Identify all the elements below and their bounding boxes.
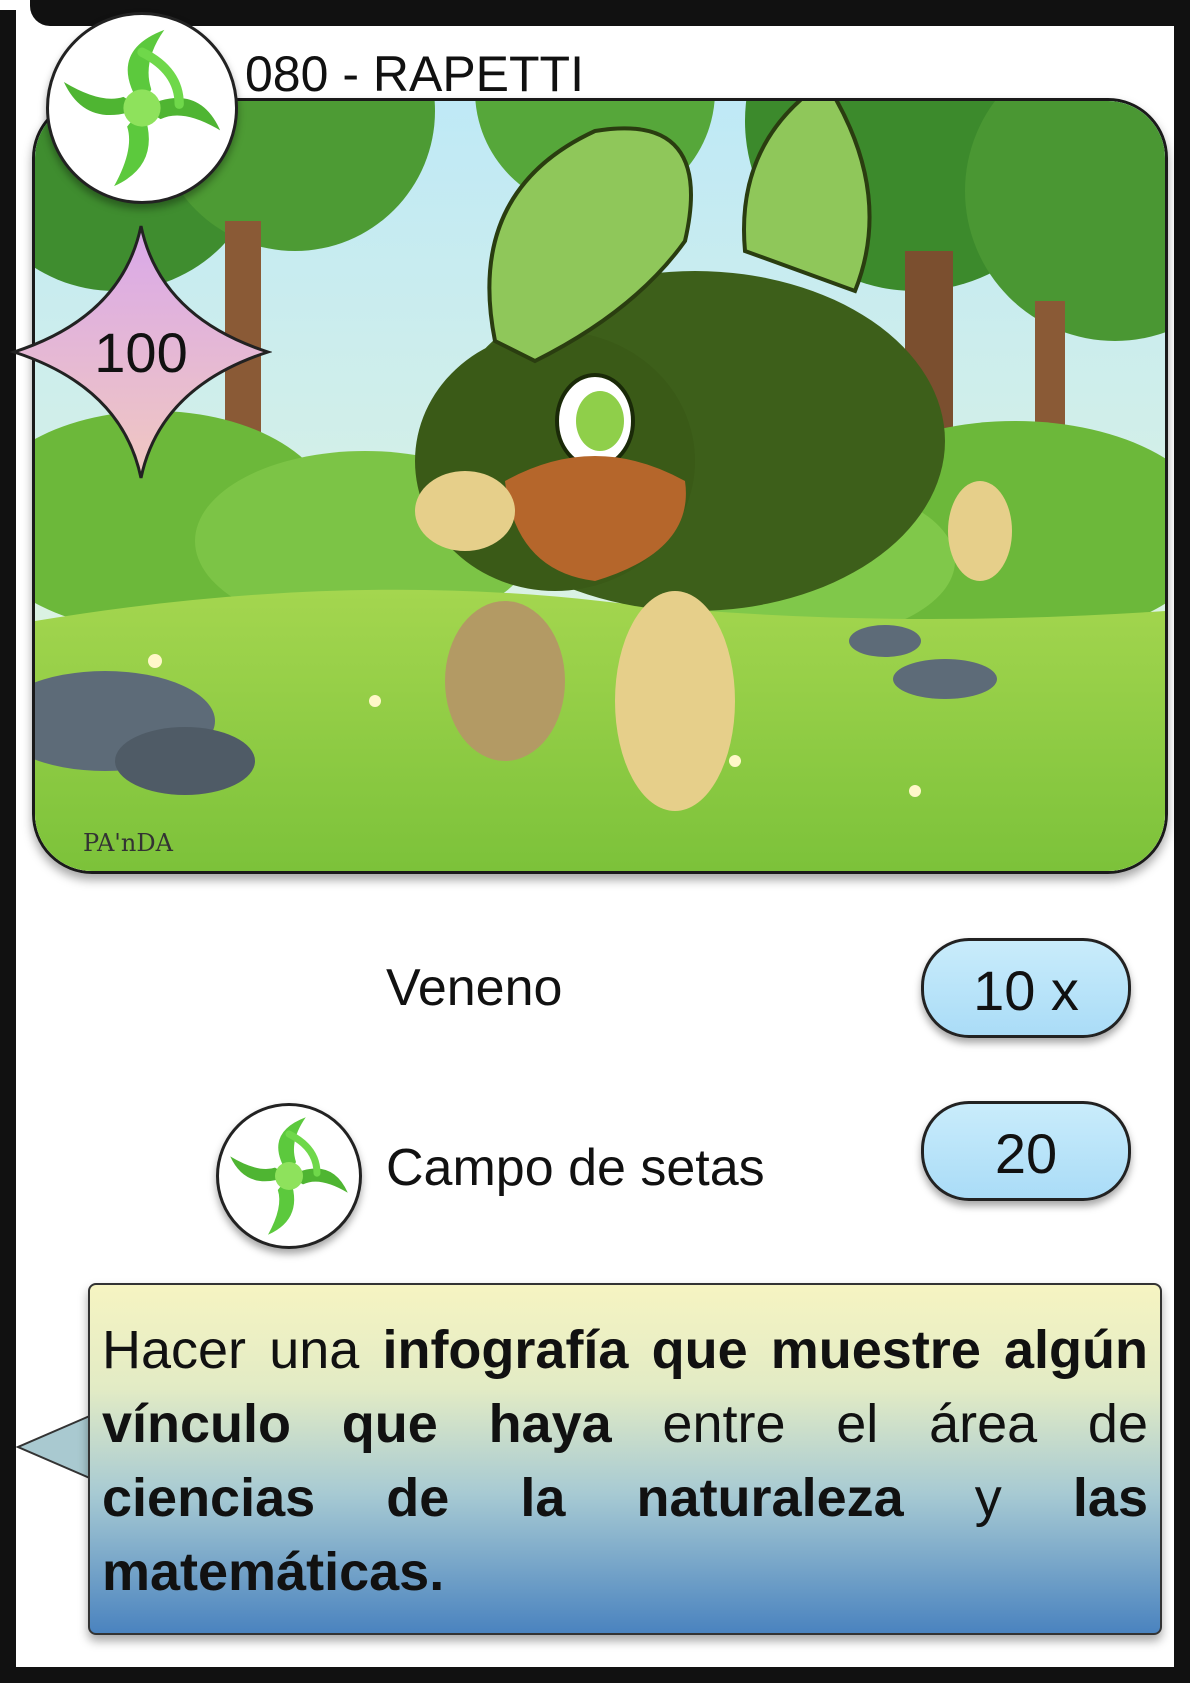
desc-segment: Hacer una (102, 1320, 383, 1380)
description-box: Hacer una infografía que muestre algún v… (88, 1283, 1162, 1635)
attack-2-name: Campo de setas (386, 1139, 765, 1197)
card-frame-bottom (0, 1667, 1190, 1683)
description-text: Hacer una infografía que muestre algún v… (102, 1313, 1148, 1609)
desc-segment: entre el área de (611, 1394, 1148, 1454)
desc-segment-bold: ciencias de la naturaleza (102, 1468, 904, 1528)
card-frame-right (1174, 0, 1190, 1683)
card-title: 080 - RAPETTI (245, 46, 584, 102)
attack-1-name: Veneno (386, 959, 563, 1017)
hp-value: 100 (94, 321, 188, 384)
grass-swirl-icon (230, 1117, 348, 1235)
card-artwork: PA'nDA (32, 98, 1168, 874)
speech-tail (16, 1413, 93, 1481)
attack-2-energy (216, 1103, 362, 1249)
artist-signature: PA'nDA (83, 829, 174, 857)
grass-swirl-icon (63, 29, 221, 187)
type-badge (46, 12, 238, 204)
attack-1-damage: 10 x (921, 938, 1131, 1038)
desc-segment: y (903, 1468, 1073, 1528)
attack-2-damage: 20 (921, 1101, 1131, 1201)
